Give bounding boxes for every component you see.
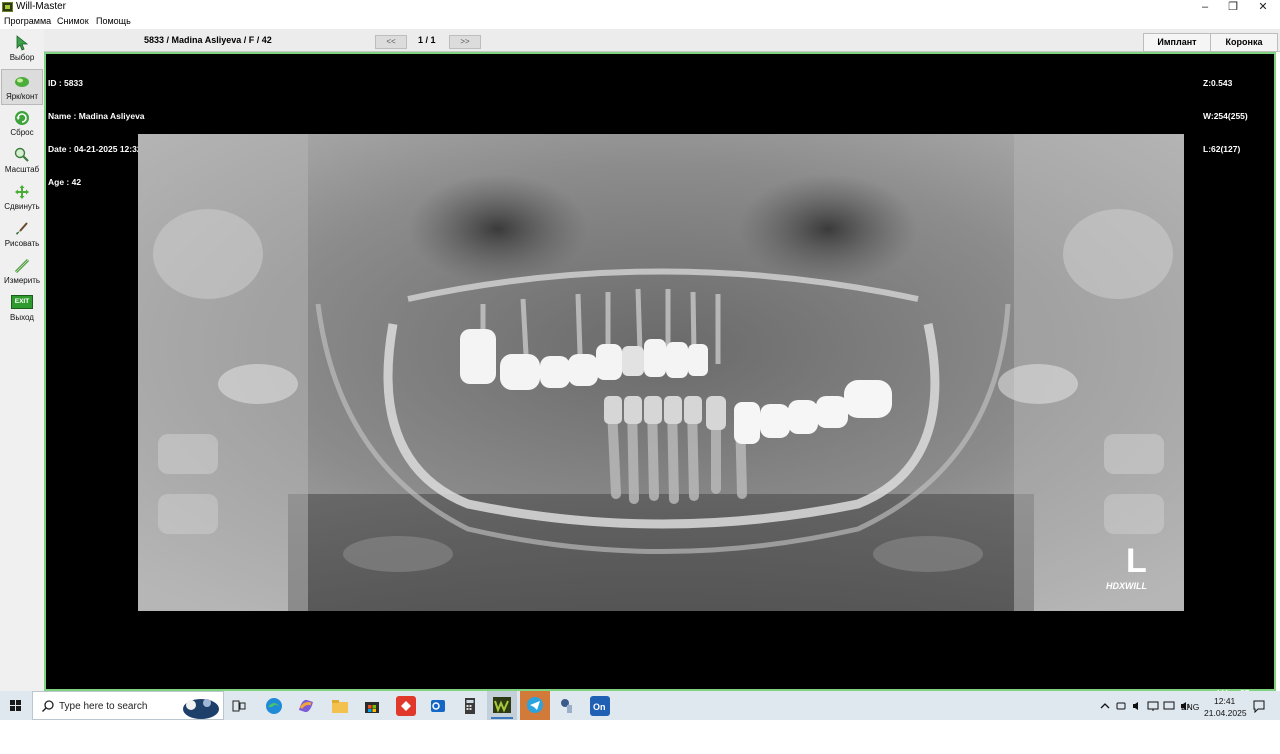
tool-select[interactable]: Выбор (1, 31, 43, 67)
restore-button[interactable]: ❐ (1216, 0, 1250, 14)
file-explorer-icon[interactable] (330, 696, 350, 716)
tool-reset[interactable]: Сброс (1, 106, 43, 142)
copilot-icon[interactable] (296, 696, 316, 716)
brightness-contrast-icon (15, 77, 29, 87)
zoom-value: Z:0.543 (1203, 78, 1233, 88)
telegram-icon (527, 697, 543, 713)
tool-zoom-label: Масштаб (4, 165, 40, 174)
svg-text:On: On (593, 702, 606, 712)
window-title: Will-Master (16, 1, 66, 12)
tool-panel: Выбор Ярк/конт Сброс Масштаб Сдвинуть Ри… (0, 29, 45, 691)
window-level-overlay: Z:0.543 W:254(255) L:62(127) (1203, 56, 1248, 177)
search-highlight-icon (183, 699, 219, 719)
panoramic-xray-image: L HDXWILL (138, 134, 1184, 611)
notification-icon[interactable] (1252, 699, 1266, 713)
wifi-icon[interactable] (1115, 700, 1127, 712)
taskbar-search-box[interactable]: Type here to search (32, 691, 224, 720)
reset-icon (15, 111, 29, 125)
patient-title: 5833 / Madina Asliyeva / F / 42 (144, 35, 272, 45)
close-button[interactable]: ✕ (1246, 0, 1280, 14)
language-indicator[interactable]: ENG (1181, 702, 1199, 712)
tool-select-label: Выбор (9, 53, 35, 62)
exit-icon: EXIT (11, 295, 33, 309)
move-icon (15, 185, 29, 199)
outlook-icon[interactable] (428, 696, 448, 716)
speaker-icon[interactable] (1131, 700, 1143, 712)
xray-viewer[interactable]: ID : 5833 Name : Madina Asliyeva Date : … (44, 52, 1276, 731)
will-master-taskbar-item[interactable] (487, 691, 517, 720)
xray-app-icon[interactable] (556, 696, 576, 716)
tool-move-label: Сдвинуть (4, 202, 40, 211)
info-name: Name : Madina Asliyeva (48, 111, 145, 121)
cursor-icon (16, 35, 29, 51)
next-image-button[interactable]: >> (449, 35, 481, 49)
window-value: W:254(255) (1203, 111, 1248, 121)
brand-watermark: HDXWILL (1106, 581, 1147, 591)
tab-crown[interactable]: Коронка (1210, 33, 1278, 52)
calculator-icon[interactable] (460, 696, 480, 716)
tool-zoom[interactable]: Масштаб (1, 143, 43, 179)
network-icon[interactable] (1147, 700, 1159, 712)
level-value: L:62(127) (1203, 144, 1241, 154)
tool-brightness-contrast-label: Ярк/конт (5, 92, 39, 101)
tool-draw-label: Рисовать (4, 239, 40, 248)
page-counter: 1 / 1 (418, 35, 436, 45)
onenote-icon[interactable]: On (590, 696, 610, 716)
tool-measure-label: Измерить (3, 276, 41, 285)
anydesk-icon[interactable] (396, 696, 416, 716)
edge-icon[interactable] (264, 696, 284, 716)
menu-image[interactable]: Снимок (57, 16, 89, 26)
menu-help[interactable]: Помощь (96, 16, 131, 26)
tool-exit[interactable]: EXIT Выход (1, 291, 43, 327)
store-icon[interactable] (362, 696, 382, 716)
tool-brightness-contrast[interactable]: Ярк/конт (1, 69, 43, 105)
tool-reset-label: Сброс (10, 128, 34, 137)
menu-bar: Программа Снимок Помощь (0, 14, 1280, 29)
menu-program[interactable]: Программа (4, 16, 51, 26)
app-logo-icon (2, 2, 13, 12)
ma-value: mA : 8 (1217, 721, 1243, 731)
search-placeholder: Type here to search (59, 701, 148, 712)
tool-move[interactable]: Сдвинуть (1, 180, 43, 216)
tab-implant[interactable]: Имплант (1143, 33, 1211, 52)
chevron-up-icon[interactable] (1099, 700, 1111, 712)
title-bar: Will-Master – ❐ ✕ (0, 0, 1280, 14)
clock-date[interactable]: 21.04.2025 (1204, 708, 1247, 718)
tool-measure[interactable]: Измерить (1, 254, 43, 290)
telegram-taskbar-item[interactable] (520, 691, 550, 720)
tool-draw[interactable]: Рисовать (1, 217, 43, 253)
measure-icon (14, 258, 30, 274)
tool-exit-label: Выход (10, 313, 34, 322)
windows-icon (10, 700, 21, 711)
side-marker-l: L (1126, 542, 1147, 580)
task-view-icon[interactable] (230, 696, 248, 716)
will-master-icon (491, 697, 513, 719)
info-id: ID : 5833 (48, 78, 83, 88)
prev-image-button[interactable]: << (375, 35, 407, 49)
zoom-icon (14, 147, 29, 162)
xray-image: L HDXWILL (138, 134, 1184, 611)
viewer-header: 5833 / Madina Asliyeva / F / 42 << 1 / 1… (44, 29, 1280, 52)
display-icon[interactable] (1163, 700, 1175, 712)
brush-icon (16, 222, 28, 235)
taskbar: Type here to search On ENG 12:41 21.04.2… (0, 691, 1280, 720)
search-icon (42, 700, 54, 712)
start-button[interactable] (0, 691, 32, 720)
clock-time[interactable]: 12:41 (1214, 696, 1235, 706)
